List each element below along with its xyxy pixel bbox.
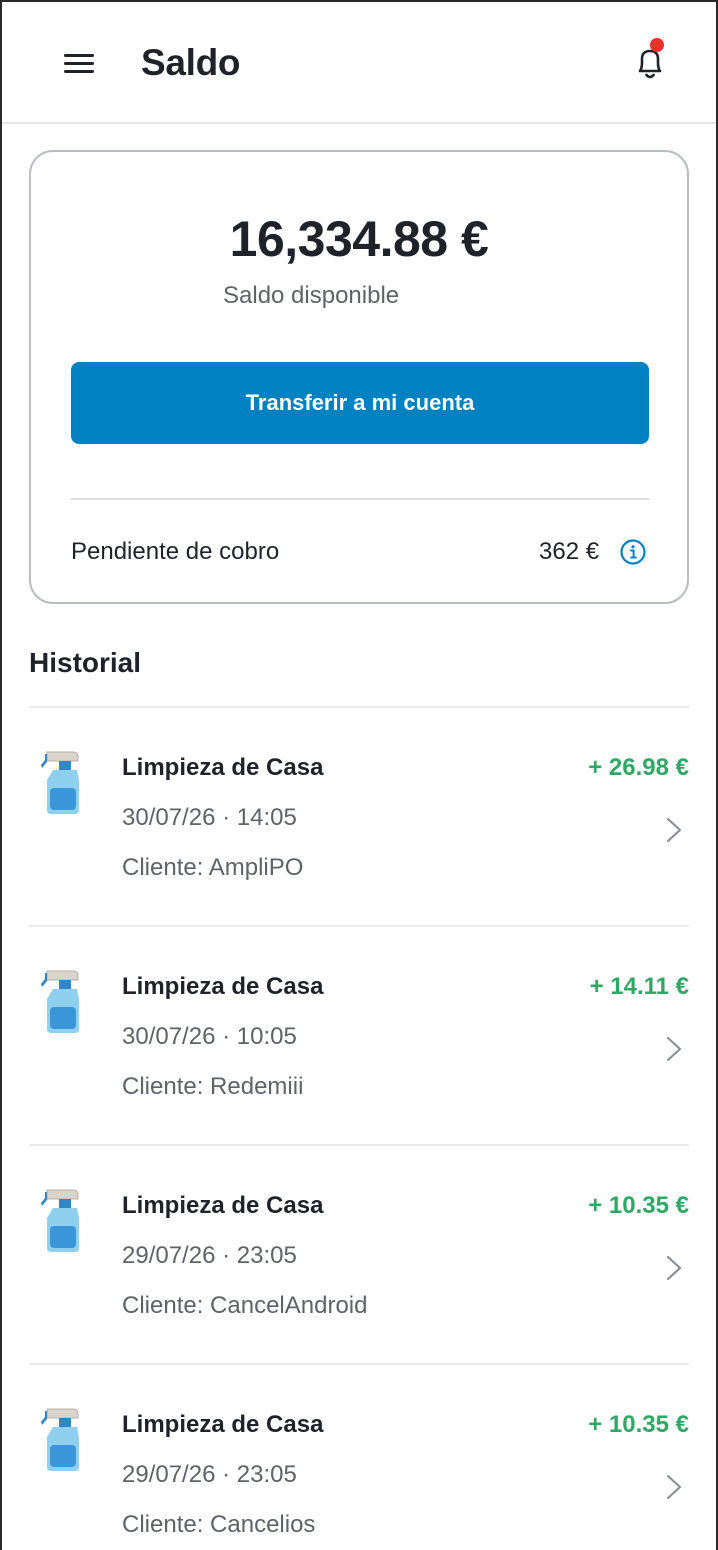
item-title: Limpieza de Casa [122,754,324,781]
item-title: Limpieza de Casa [122,1192,324,1219]
spray-bottle-icon [39,1405,83,1473]
card-divider [71,498,649,500]
history-list: Limpieza de Casa 30/07/26 · 14:05 Client… [29,708,689,1550]
item-amount: + 14.11 € [589,973,689,1000]
balance-card: 16,334.88 € Saldo disponible Transferir … [29,150,689,604]
chevron-right-icon [665,816,683,844]
item-date: 29/07/26 · 23:05 [122,1461,297,1488]
pending-value: 362 € [539,538,600,565]
balance-amount: 16,334.88 € [229,211,489,267]
balance-label: Saldo disponible [223,282,400,309]
item-client: Cliente: Redemiii [122,1073,304,1100]
spray-bottle-icon [39,967,83,1035]
page-title: Saldo [141,42,241,83]
app-screen: Saldo 16,334.88 € Saldo disponible Trans… [0,0,718,1550]
item-client: Cliente: Cancelios [122,1511,316,1538]
chevron-right-icon [665,1254,683,1282]
top-bar: Saldo [2,2,716,124]
item-date: 30/07/26 · 14:05 [122,804,297,831]
item-client: Cliente: AmpliPO [122,854,304,881]
item-amount: + 10.35 € [588,1192,689,1219]
item-date: 29/07/26 · 23:05 [122,1242,297,1269]
spray-bottle-icon [39,1186,83,1254]
chevron-right-icon [665,1473,683,1501]
pending-label: Pendiente de cobro [71,538,280,565]
history-item[interactable]: Limpieza de Casa 29/07/26 · 23:05 Client… [29,1146,689,1365]
transfer-button[interactable]: Transferir a mi cuenta [71,362,649,444]
hamburger-menu-icon[interactable] [62,50,96,78]
history-item[interactable]: Limpieza de Casa 30/07/26 · 10:05 Client… [29,927,689,1146]
item-title: Limpieza de Casa [122,1411,324,1438]
info-icon[interactable] [619,538,647,566]
item-title: Limpieza de Casa [122,973,324,1000]
chevron-right-icon [665,1035,683,1063]
item-client: Cliente: CancelAndroid [122,1292,368,1319]
item-amount: + 26.98 € [588,754,689,781]
spray-bottle-icon [39,748,83,816]
history-item[interactable]: Limpieza de Casa 30/07/26 · 14:05 Client… [29,708,689,927]
item-date: 30/07/26 · 10:05 [122,1023,297,1050]
history-item[interactable]: Limpieza de Casa 29/07/26 · 23:05 Client… [29,1365,689,1550]
history-title: Historial [29,647,142,678]
item-amount: + 10.35 € [588,1411,689,1438]
notification-dot [650,38,664,52]
